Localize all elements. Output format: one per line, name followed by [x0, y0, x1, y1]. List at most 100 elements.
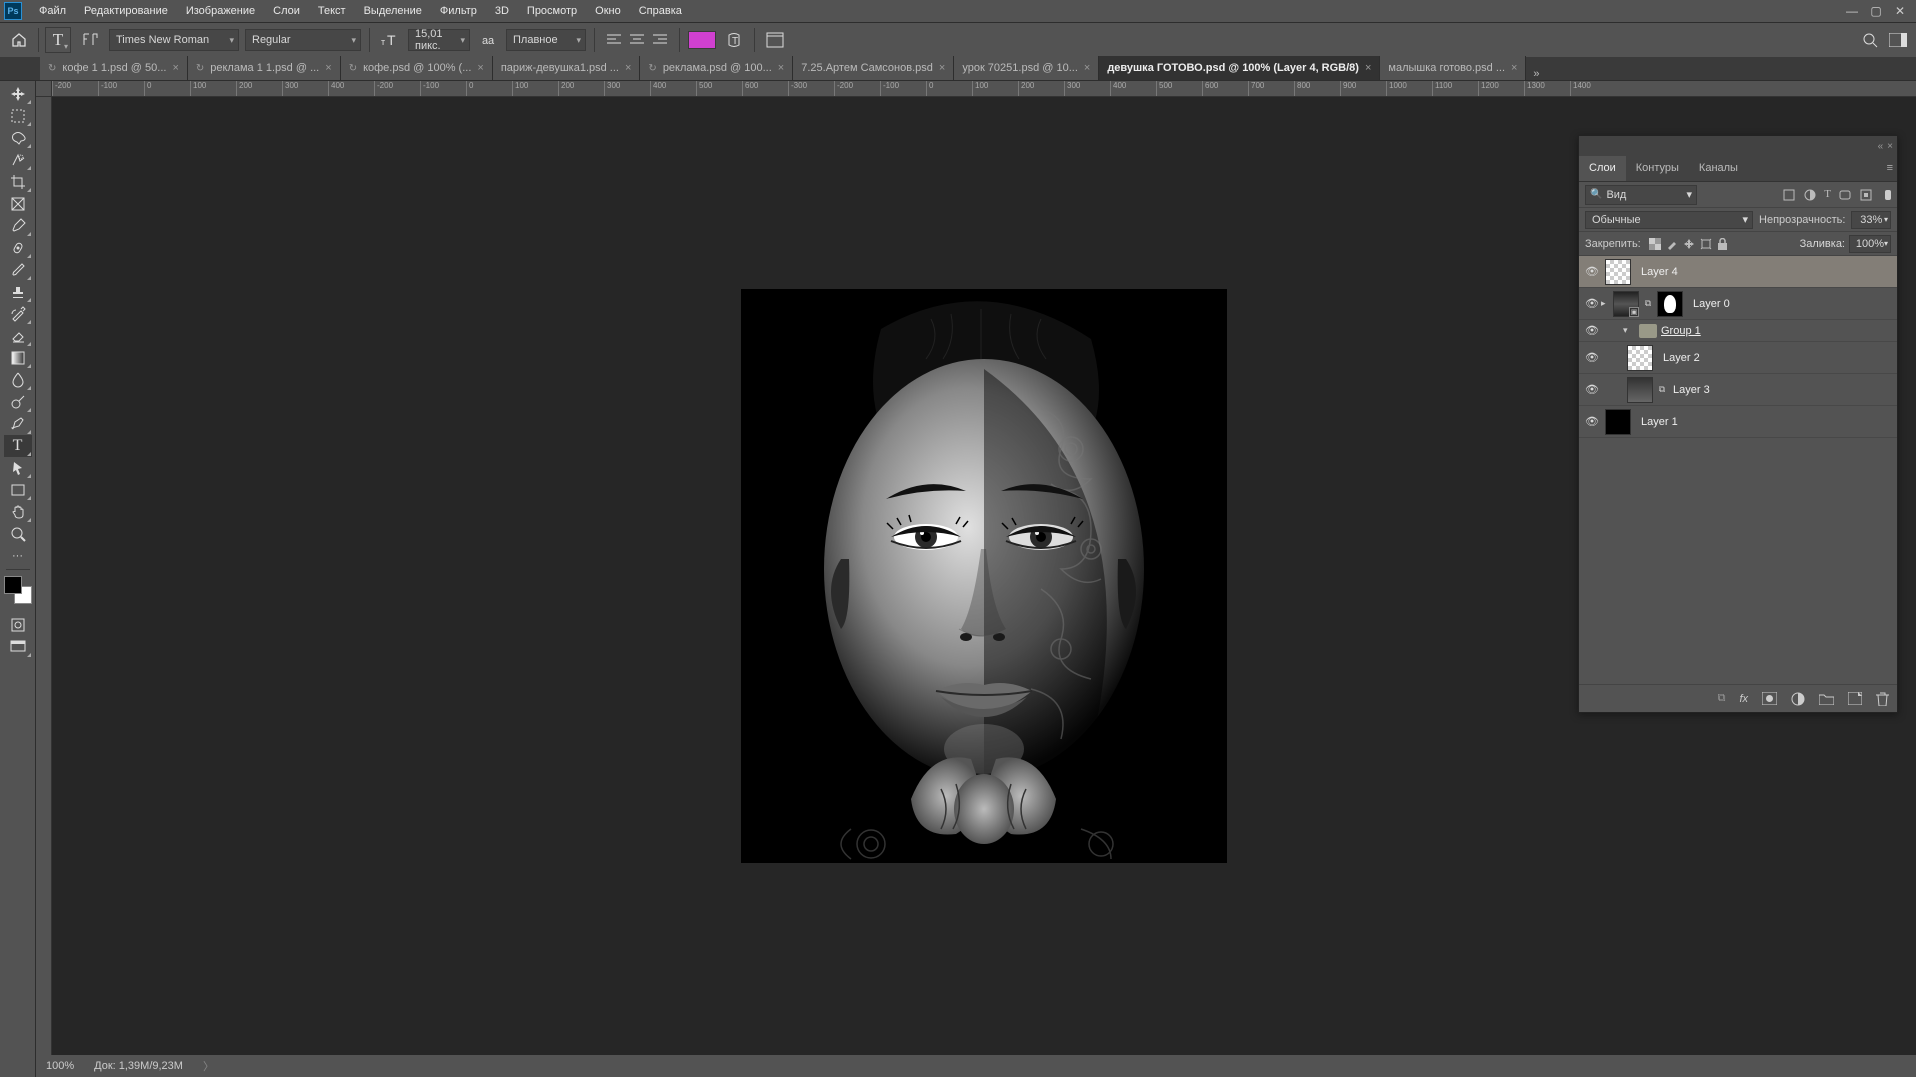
doc-tab-5[interactable]: 7.25.Артем Самсонов.psd×	[793, 56, 954, 80]
expand-icon[interactable]: ▾	[1623, 325, 1635, 336]
search-button[interactable]	[1858, 28, 1882, 52]
align-center-button[interactable]	[626, 29, 648, 51]
eyedropper-tool[interactable]	[4, 215, 32, 237]
layer-name[interactable]: Layer 4	[1635, 266, 1678, 278]
menu-help[interactable]: Справка	[630, 1, 691, 21]
lasso-tool[interactable]	[4, 127, 32, 149]
layer-row-layer1[interactable]: 👁 Layer 1	[1579, 406, 1897, 438]
mask-thumbnail[interactable]	[1657, 291, 1683, 317]
align-right-button[interactable]	[649, 29, 671, 51]
close-icon[interactable]: ×	[1887, 141, 1893, 152]
screen-mode-button[interactable]	[4, 636, 32, 658]
close-icon[interactable]: ×	[1365, 62, 1371, 74]
fx-chevron-icon[interactable]: ▸	[1601, 298, 1609, 309]
quick-select-tool[interactable]	[4, 149, 32, 171]
doc-tab-7[interactable]: девушка ГОТОВО.psd @ 100% (Layer 4, RGB/…	[1099, 56, 1380, 80]
layer-row-layer3[interactable]: 👁 ⧉ Layer 3	[1579, 374, 1897, 406]
link-layers-icon[interactable]: ⧉	[1718, 692, 1726, 705]
pen-tool[interactable]	[4, 413, 32, 435]
panel-header[interactable]: «×	[1579, 136, 1897, 156]
layer-row-group1[interactable]: 👁 ▾ Group 1	[1579, 320, 1897, 342]
menu-3d[interactable]: 3D	[486, 1, 518, 21]
tab-channels[interactable]: Каналы	[1689, 156, 1748, 181]
edit-toolbar-button[interactable]: ···	[4, 545, 32, 567]
layer-name[interactable]: Layer 2	[1657, 352, 1700, 364]
blend-mode-select[interactable]: Обычные▾	[1585, 211, 1753, 229]
visibility-icon[interactable]: 👁	[1583, 383, 1601, 396]
filter-type-icon[interactable]: T	[1824, 188, 1831, 202]
window-maximize-button[interactable]: ▢	[1864, 2, 1888, 20]
frame-tool[interactable]	[4, 193, 32, 215]
healing-tool[interactable]	[4, 237, 32, 259]
stamp-tool[interactable]	[4, 281, 32, 303]
close-icon[interactable]: ×	[325, 62, 331, 74]
zoom-value[interactable]: 100%	[46, 1060, 74, 1072]
doc-size[interactable]: Док: 1,39M/9,23M	[94, 1060, 183, 1072]
lock-all-icon[interactable]	[1717, 238, 1728, 250]
path-select-tool[interactable]	[4, 457, 32, 479]
document-canvas[interactable]	[741, 289, 1227, 863]
close-icon[interactable]: ×	[477, 62, 483, 74]
type-tool[interactable]: T	[4, 435, 32, 457]
blur-tool[interactable]	[4, 369, 32, 391]
font-size-select[interactable]: 15,01 пикс.▾	[408, 29, 470, 51]
vertical-ruler[interactable]	[36, 97, 52, 1077]
visibility-icon[interactable]: 👁	[1583, 297, 1601, 310]
layer-row-layer2[interactable]: 👁 Layer 2	[1579, 342, 1897, 374]
panel-menu-icon[interactable]: ≡	[1887, 162, 1893, 174]
quick-mask-button[interactable]	[4, 614, 32, 636]
menu-layers[interactable]: Слои	[264, 1, 309, 21]
menu-text[interactable]: Текст	[309, 1, 355, 21]
close-icon[interactable]: ×	[778, 62, 784, 74]
close-icon[interactable]: ×	[172, 62, 178, 74]
character-panel-button[interactable]	[763, 28, 787, 52]
tabs-overflow-button[interactable]: »	[1526, 68, 1546, 80]
add-mask-icon[interactable]	[1762, 692, 1777, 705]
layer-row-layer4[interactable]: 👁 Layer 4	[1579, 256, 1897, 288]
filter-pixel-icon[interactable]	[1782, 188, 1796, 202]
ruler-origin[interactable]	[36, 81, 52, 97]
tool-preset-picker[interactable]: T ▾	[45, 27, 71, 53]
menu-file[interactable]: Файл	[30, 1, 75, 21]
filter-toggle-icon[interactable]	[1885, 190, 1891, 200]
hand-tool[interactable]	[4, 501, 32, 523]
doc-tab-8[interactable]: малышка готово.psd ...×	[1380, 56, 1526, 80]
menu-edit[interactable]: Редактирование	[75, 1, 177, 21]
layer-thumbnail[interactable]	[1605, 259, 1631, 285]
layer-thumbnail[interactable]	[1605, 409, 1631, 435]
layer-name[interactable]: Layer 3	[1667, 384, 1710, 396]
collapse-icon[interactable]: «	[1878, 141, 1884, 152]
link-icon[interactable]: ⧉	[1657, 384, 1667, 395]
warp-text-button[interactable]: T	[722, 28, 746, 52]
foreground-color[interactable]	[4, 576, 22, 594]
close-icon[interactable]: ×	[1084, 62, 1090, 74]
close-icon[interactable]: ×	[939, 62, 945, 74]
fx-icon[interactable]: fx	[1739, 693, 1748, 705]
eraser-tool[interactable]	[4, 325, 32, 347]
crop-tool[interactable]	[4, 171, 32, 193]
new-layer-icon[interactable]	[1848, 692, 1862, 705]
menu-window[interactable]: Окно	[586, 1, 630, 21]
marquee-tool[interactable]	[4, 105, 32, 127]
history-brush-tool[interactable]	[4, 303, 32, 325]
close-icon[interactable]: ×	[625, 62, 631, 74]
menu-select[interactable]: Выделение	[355, 1, 431, 21]
layer-thumbnail[interactable]	[1627, 345, 1653, 371]
doc-tab-2[interactable]: ↻кофе.psd @ 100% (...×	[341, 56, 493, 80]
filter-adjust-icon[interactable]	[1803, 188, 1817, 202]
dodge-tool[interactable]	[4, 391, 32, 413]
brush-tool[interactable]	[4, 259, 32, 281]
text-color-swatch[interactable]	[688, 31, 716, 49]
doc-tab-4[interactable]: ↻реклама.psd @ 100...×	[640, 56, 793, 80]
visibility-icon[interactable]: 👁	[1583, 415, 1601, 428]
layer-name[interactable]: Layer 0	[1687, 298, 1730, 310]
delete-layer-icon[interactable]	[1876, 692, 1889, 706]
filter-type-select[interactable]: 🔍Вид▾	[1585, 185, 1697, 205]
menu-view[interactable]: Просмотр	[518, 1, 586, 21]
fill-input[interactable]: 100%▾	[1849, 235, 1891, 253]
close-icon[interactable]: ×	[1511, 62, 1517, 74]
menu-image[interactable]: Изображение	[177, 1, 264, 21]
zoom-tool[interactable]	[4, 523, 32, 545]
filter-shape-icon[interactable]	[1838, 188, 1852, 202]
tab-layers[interactable]: Слои	[1579, 156, 1626, 181]
